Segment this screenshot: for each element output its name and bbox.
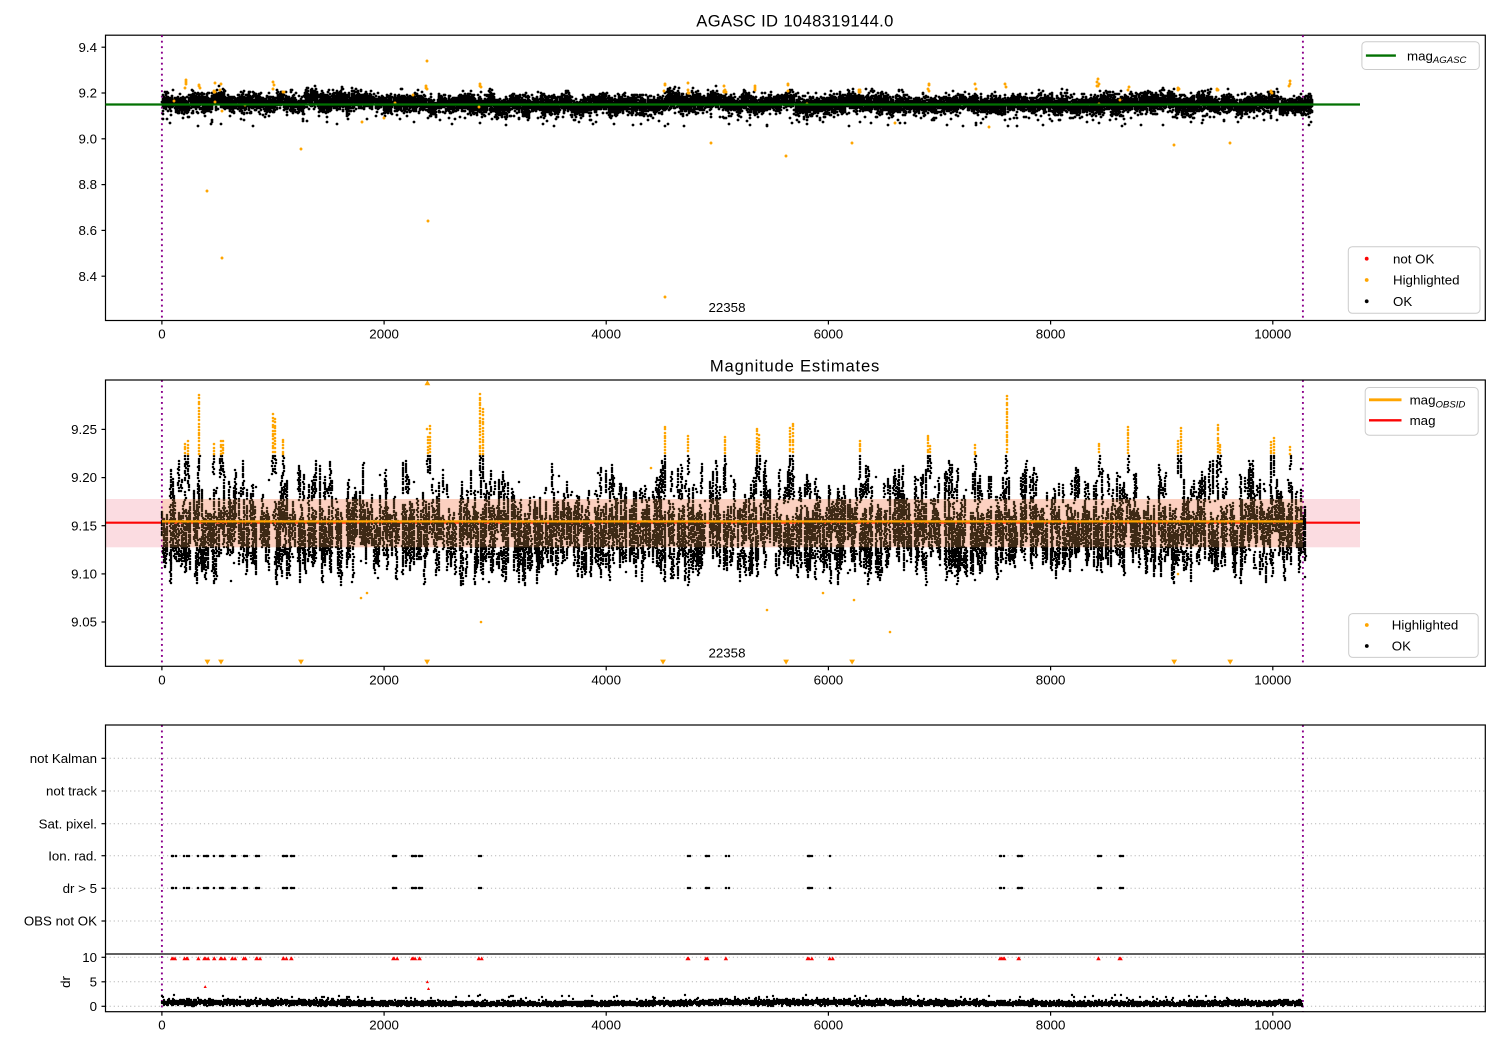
svg-text:9.10: 9.10	[71, 567, 97, 582]
svg-text:6000: 6000	[814, 1018, 844, 1033]
svg-text:8.8: 8.8	[79, 177, 98, 192]
svg-text:4000: 4000	[591, 1018, 621, 1033]
svg-text:8000: 8000	[1036, 327, 1066, 342]
svg-text:dr: dr	[58, 976, 73, 988]
svg-text:9.20: 9.20	[71, 470, 97, 485]
svg-text:not track: not track	[46, 784, 97, 799]
svg-text:Magnitude Estimates: Magnitude Estimates	[710, 356, 880, 375]
svg-text:0: 0	[158, 1018, 165, 1033]
svg-text:not Kalman: not Kalman	[30, 751, 97, 766]
svg-text:OK: OK	[1392, 639, 1411, 654]
svg-text:0: 0	[158, 327, 165, 342]
svg-text:9.2: 9.2	[79, 86, 98, 101]
svg-text:0: 0	[158, 672, 165, 687]
svg-text:Ion. rad.: Ion. rad.	[48, 848, 97, 863]
svg-text:9.15: 9.15	[71, 518, 97, 533]
svg-text:not OK: not OK	[1393, 251, 1435, 266]
svg-text:4000: 4000	[591, 672, 621, 687]
svg-text:AGASC ID 1048319144.0: AGASC ID 1048319144.0	[696, 12, 893, 31]
svg-text:9.05: 9.05	[71, 615, 97, 630]
svg-text:6000: 6000	[814, 672, 844, 687]
svg-text:8000: 8000	[1036, 1018, 1066, 1033]
svg-text:0: 0	[90, 999, 97, 1014]
svg-text:9.4: 9.4	[79, 40, 98, 55]
svg-text:8000: 8000	[1036, 672, 1066, 687]
svg-text:10000: 10000	[1254, 327, 1291, 342]
svg-text:9.0: 9.0	[79, 131, 98, 146]
svg-text:OK: OK	[1393, 294, 1412, 309]
svg-text:Sat. pixel.: Sat. pixel.	[39, 816, 97, 831]
svg-text:10000: 10000	[1254, 672, 1291, 687]
svg-text:9.25: 9.25	[71, 422, 97, 437]
svg-text:10: 10	[82, 950, 97, 965]
svg-text:OBS not OK: OBS not OK	[24, 914, 97, 929]
svg-text:8.4: 8.4	[79, 269, 98, 284]
svg-text:dr > 5: dr > 5	[63, 881, 97, 896]
svg-text:4000: 4000	[591, 327, 621, 342]
svg-text:Highlighted: Highlighted	[1393, 273, 1460, 288]
svg-text:10000: 10000	[1254, 1018, 1291, 1033]
svg-text:22358: 22358	[709, 300, 746, 315]
svg-text:mag: mag	[1410, 413, 1436, 428]
svg-text:2000: 2000	[369, 327, 399, 342]
svg-text:6000: 6000	[814, 327, 844, 342]
svg-text:Highlighted: Highlighted	[1392, 618, 1459, 633]
svg-text:2000: 2000	[369, 1018, 399, 1033]
svg-text:2000: 2000	[369, 672, 399, 687]
svg-text:8.6: 8.6	[79, 223, 98, 238]
svg-text:22358: 22358	[709, 646, 746, 661]
svg-text:5: 5	[90, 974, 97, 989]
